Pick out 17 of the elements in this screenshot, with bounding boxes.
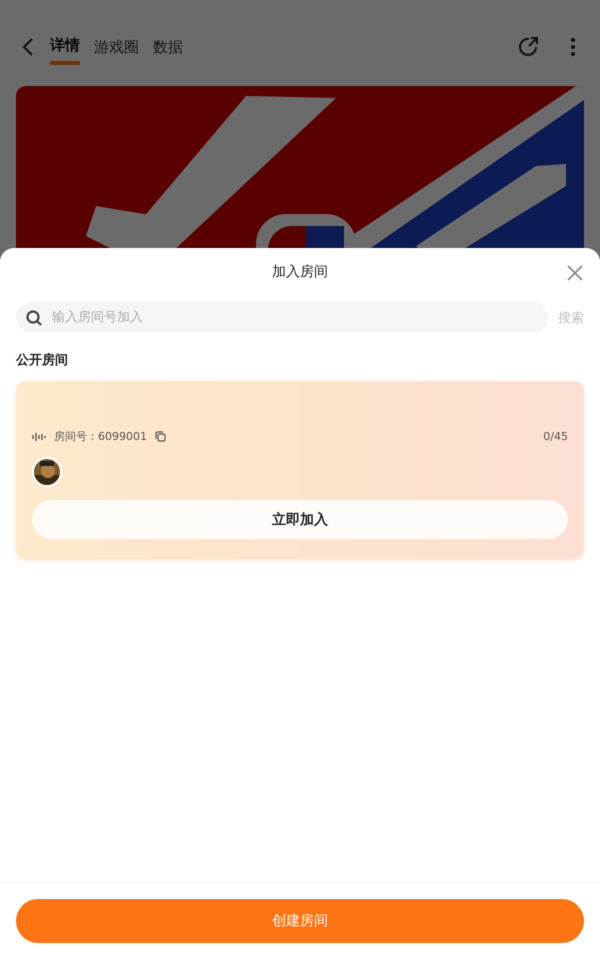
tab[interactable]: 数据 xyxy=(153,30,183,64)
join-button[interactable]: 立即加入 xyxy=(32,500,568,539)
share-icon[interactable] xyxy=(518,36,540,58)
room-number: 房间号：6099001 xyxy=(54,429,147,444)
section-title: 公开房间 xyxy=(14,352,69,370)
voice-icon xyxy=(32,432,46,442)
search-button[interactable]: 搜索 xyxy=(558,308,584,326)
tab[interactable]: 详情 xyxy=(50,30,80,64)
search-field[interactable]: 输入房间号加入 xyxy=(16,302,548,333)
back-icon[interactable] xyxy=(22,38,34,56)
close-icon[interactable] xyxy=(567,265,583,281)
create-room-button[interactable]: 创建房间 xyxy=(16,899,584,943)
copy-icon[interactable] xyxy=(155,431,166,442)
occupancy-count: 0/45 xyxy=(543,430,568,443)
sheet-title: 加入房间 xyxy=(272,263,328,281)
more-icon[interactable] xyxy=(570,37,576,57)
tab[interactable]: 游戏圈 xyxy=(94,30,139,64)
